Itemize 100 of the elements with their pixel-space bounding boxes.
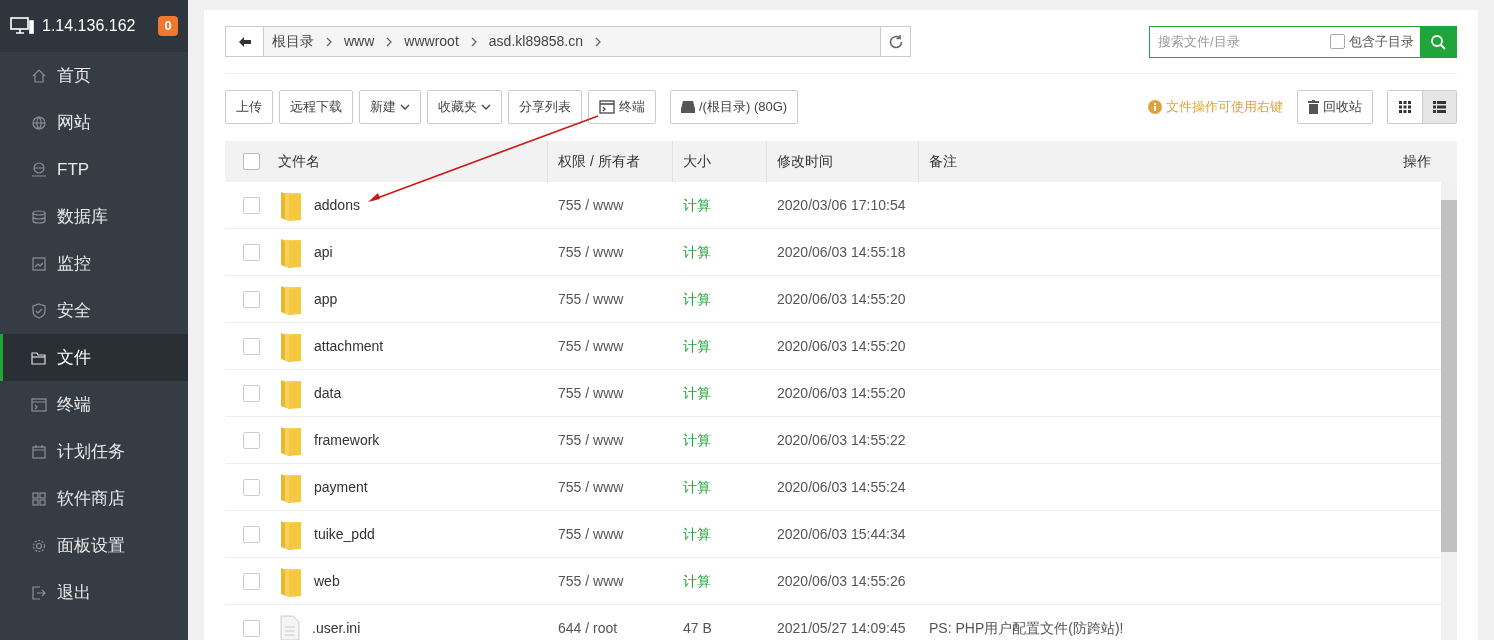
calendar-icon: [31, 443, 47, 460]
file-name[interactable]: payment: [314, 476, 368, 498]
sidebar-item[interactable]: 计划任务: [0, 428, 188, 475]
breadcrumb-link[interactable]: asd.kl89858.cn: [486, 31, 585, 52]
row-checkbox[interactable]: [243, 290, 260, 308]
sidebar-item[interactable]: 网站: [0, 99, 188, 146]
search-button[interactable]: [1420, 26, 1456, 57]
folder-icon: [280, 283, 302, 315]
column-header: 权限 / 所有者: [558, 152, 640, 171]
row-checkbox[interactable]: [243, 243, 260, 261]
select-all-checkbox[interactable]: [243, 153, 260, 170]
list-icon: [1433, 101, 1446, 113]
file-name[interactable]: attachment: [314, 335, 384, 357]
breadcrumb-link[interactable]: 根目录: [270, 31, 316, 52]
size-text: 47 B: [683, 619, 712, 636]
column-header: 大小: [683, 152, 711, 171]
sidebar-item[interactable]: 终端: [0, 381, 188, 428]
sidebar-item[interactable]: 文件: [0, 334, 188, 381]
sidebar-item[interactable]: 面板设置: [0, 522, 188, 569]
column-header: 操作: [1403, 152, 1431, 171]
sidebar-item[interactable]: 监控: [0, 240, 188, 287]
ftp-icon: [31, 161, 47, 178]
trash-icon: [1308, 100, 1319, 114]
chevron-icon: [594, 36, 602, 47]
file-name[interactable]: framework: [314, 429, 380, 451]
file-name[interactable]: api: [314, 241, 333, 263]
dropdown-button[interactable]: 新建: [359, 90, 421, 124]
file-name[interactable]: addons: [314, 194, 360, 216]
folder-icon: [280, 565, 302, 597]
modified-time: 2020/03/06 17:10:54: [777, 196, 906, 213]
folder-icon: [280, 377, 302, 409]
sidebar-item[interactable]: 退出: [0, 569, 188, 616]
folder-icon: [280, 236, 302, 268]
column-header: 备注: [929, 152, 957, 171]
scrollbar[interactable]: [1441, 182, 1457, 640]
list-view-button[interactable]: [1422, 91, 1456, 123]
dropdown-button[interactable]: 收藏夹: [427, 90, 502, 124]
row-checkbox[interactable]: [243, 525, 260, 543]
search-field[interactable]: 搜索文件/目录 包含子目录: [1149, 25, 1457, 58]
permission-text: 755 / www: [558, 337, 624, 354]
chart-icon: [31, 255, 47, 272]
permission-text: 755 / www: [558, 290, 624, 307]
row-checkbox[interactable]: [243, 431, 260, 449]
row-checkbox[interactable]: [243, 337, 260, 355]
logout-icon: [31, 584, 47, 601]
globe-icon: [31, 114, 47, 131]
shield-icon: [31, 302, 47, 319]
permission-text: 755 / www: [558, 431, 624, 448]
modified-time: 2020/06/03 14:55:20: [777, 290, 906, 307]
sidebar-item[interactable]: 安全: [0, 287, 188, 334]
file-name[interactable]: app: [314, 288, 338, 310]
breadcrumb-link[interactable]: www: [342, 31, 377, 52]
breadcrumb-link[interactable]: wwwroot: [402, 31, 461, 52]
toolbar-button[interactable]: 分享列表: [508, 90, 582, 124]
database-icon: [31, 208, 47, 225]
permission-text: 644 / root: [558, 619, 618, 636]
permission-text: 755 / www: [558, 384, 624, 401]
toolbar-button[interactable]: 上传: [225, 90, 273, 124]
folder-icon: [31, 349, 47, 366]
hard-drive-icon: [681, 101, 695, 113]
grid-icon: [1399, 101, 1411, 113]
recycle-bin-button[interactable]: 回收站: [1297, 90, 1373, 124]
disk-button[interactable]: /(根目录) (80G): [670, 90, 799, 124]
column-header: 修改时间: [777, 152, 833, 171]
toolbar-button[interactable]: 远程下载: [279, 90, 353, 124]
modified-time: 2020/06/03 14:55:22: [777, 431, 906, 448]
row-checkbox[interactable]: [243, 196, 260, 214]
right-click-hint: 文件操作可使用右键: [1166, 98, 1283, 117]
permission-text: 755 / www: [558, 525, 624, 542]
file-name[interactable]: tuike_pdd: [314, 523, 375, 545]
file-name[interactable]: data: [314, 382, 342, 404]
settings-icon: [31, 537, 47, 554]
folder-icon: [280, 330, 302, 362]
row-checkbox[interactable]: [243, 619, 260, 637]
home-icon: [31, 67, 47, 84]
terminal-button[interactable]: 终端: [588, 90, 656, 124]
back-button[interactable]: [226, 27, 264, 56]
modified-time: 2020/06/03 14:55:24: [777, 478, 906, 495]
server-address: 1.14.136.162: [42, 16, 136, 36]
row-checkbox[interactable]: [243, 478, 260, 496]
folder-icon: [280, 518, 302, 550]
file-name[interactable]: .user.ini: [312, 617, 361, 639]
terminal-icon: [31, 396, 47, 413]
modified-time: 2020/06/03 14:55:18: [777, 243, 906, 260]
sidebar-item[interactable]: 数据库: [0, 193, 188, 240]
sidebar-item[interactable]: 软件商店: [0, 475, 188, 522]
row-checkbox[interactable]: [243, 572, 260, 590]
info-icon: [1148, 100, 1162, 114]
row-checkbox[interactable]: [243, 384, 260, 402]
modified-time: 2020/06/03 14:55:26: [777, 572, 906, 589]
file-name[interactable]: web: [314, 570, 340, 592]
sidebar-item[interactable]: FTP: [0, 146, 188, 193]
chevron-icon: [469, 36, 478, 47]
include-subdirs-checkbox[interactable]: 包含子目录: [1330, 31, 1420, 52]
modified-time: 2021/05/27 14:09:45: [777, 619, 906, 636]
permission-text: 755 / www: [558, 196, 624, 213]
search-icon: [1430, 33, 1446, 50]
refresh-button[interactable]: [880, 27, 910, 56]
chevron-icon: [325, 36, 333, 47]
sidebar-item[interactable]: 首页: [0, 52, 188, 99]
